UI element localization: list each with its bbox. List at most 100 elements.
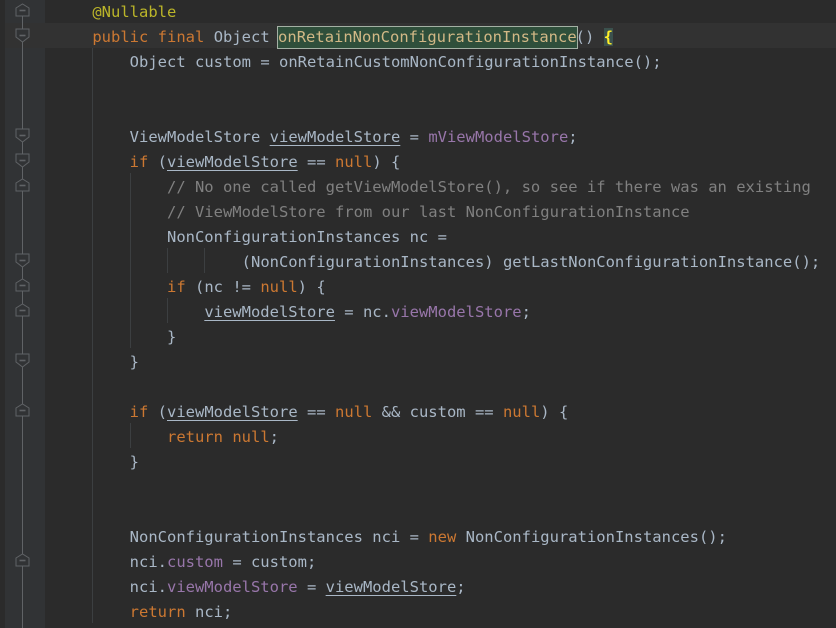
code-line[interactable] [45,75,836,100]
token-ident: nci. [129,553,167,571]
code-line[interactable]: } [45,350,836,375]
token-type: NonConfigurationInstances [166,228,401,246]
token-punc: (nc [185,278,233,296]
token-punc: ( [148,403,167,421]
code-line-text: (NonConfigurationInstances) getLastNonCo… [45,253,821,271]
token-kw: public [92,28,149,46]
brace-highlight-open: { [603,28,614,46]
token-ident: nci. [129,578,167,596]
token-type: NonConfigurationInstances [250,253,485,271]
selected-identifier[interactable]: onRetainNonConfigurationInstance [277,26,578,49]
token-punc: nci; [185,603,233,621]
fold-marker-inner-if-start[interactable] [15,253,30,268]
token-type: NonConfigurationInstances [465,528,699,546]
token-kw: return [129,603,186,621]
token-field: custom [166,553,223,571]
token-punc: (); [698,528,727,546]
code-line[interactable]: return null; [45,425,836,450]
code-line-text: NonConfigurationInstances nc = [45,228,447,246]
code-line[interactable]: (NonConfigurationInstances) getLastNonCo… [45,250,836,275]
code-line-text: public final Object onRetainNonConfigura… [45,26,614,49]
code-line[interactable]: // ViewModelStore from our last NonConfi… [45,200,836,225]
code-editor[interactable]: @Nullable public final Object onRetainNo… [0,0,836,628]
fold-marker-method-start[interactable] [15,28,30,43]
token-punc: ) { [372,153,401,171]
editor-gutter[interactable] [0,0,45,628]
token-punc [55,253,242,271]
token-punc: ) { [540,403,569,421]
token-ident: custom [185,53,261,71]
token-punc [55,353,130,371]
fold-marker-guard-if-end[interactable] [15,403,30,418]
code-line[interactable]: Object custom = onRetainCustomNonConfigu… [45,50,836,75]
token-punc: = nc. [334,303,391,321]
fold-marker-comment-end[interactable] [15,178,30,193]
code-line[interactable]: if (nc != null) { [45,275,836,300]
code-line[interactable]: } [45,325,836,350]
token-punc [55,128,130,146]
token-field: viewModelStore [166,578,298,596]
token-kw: if [166,278,186,296]
token-punc [55,428,167,446]
code-line[interactable]: return nci; [45,600,836,625]
annotation-nullable: @Nullable [92,3,177,21]
code-line-text: } [45,328,176,346]
code-line-text: nci.custom = custom; [45,553,317,571]
code-line[interactable]: // No one called getViewModelStore(), so… [45,175,836,200]
token-punc: = custom; [222,553,317,571]
fold-marker-comment-start[interactable] [15,153,30,168]
token-kw: if [129,153,149,171]
token-type: ViewModelStore [129,128,261,146]
code-line[interactable] [45,500,836,525]
code-content-area[interactable]: @Nullable public final Object onRetainNo… [45,0,836,628]
code-line[interactable]: } [45,450,836,475]
code-line[interactable]: public final Object onRetainNonConfigura… [45,25,836,50]
token-punc [55,403,130,421]
token-punc: = [437,228,447,246]
code-line[interactable]: viewModelStore = nc.viewModelStore; [45,300,836,325]
token-punc [148,28,157,46]
fold-marker-guard-if-start[interactable] [15,353,30,368]
code-line[interactable]: NonConfigurationInstances nc = [45,225,836,250]
fold-marker-collapse-end[interactable] [15,3,30,18]
code-line-text: // ViewModelStore from our last NonConfi… [45,203,690,221]
fold-marker-inner-if-body[interactable] [15,278,30,293]
code-line[interactable]: nci.viewModelStore = viewModelStore; [45,575,836,600]
fold-marker-if-start[interactable] [15,128,30,143]
token-punc: != [232,278,261,296]
comment-line: // ViewModelStore from our last NonConfi… [166,203,690,221]
code-line[interactable] [45,100,836,125]
token-kw: final [157,28,205,46]
code-line[interactable]: if (viewModelStore == null && custom == … [45,400,836,425]
token-punc: } [166,328,177,346]
token-method: getLastNonConfigurationInstance [502,253,793,271]
fold-marker-method-end[interactable] [15,553,30,568]
token-punc [55,203,167,221]
token-punc [55,328,167,346]
code-line[interactable]: NonConfigurationInstances nci = new NonC… [45,525,836,550]
token-punc [55,303,204,321]
code-line[interactable] [45,375,836,400]
code-line[interactable]: nci.custom = custom; [45,550,836,575]
code-line-container[interactable]: @Nullable public final Object onRetainNo… [45,0,836,628]
code-line[interactable]: ViewModelStore viewModelStore = mViewMod… [45,125,836,150]
code-line[interactable]: if (viewModelStore == null) { [45,150,836,175]
comment-line: // No one called getViewModelStore(), so… [166,178,811,196]
code-line-text: ViewModelStore viewModelStore = mViewMod… [45,128,578,146]
token-punc [55,3,92,21]
token-punc [55,603,130,621]
token-punc: == [297,153,335,171]
token-punc: ; [456,578,466,596]
token-punc [55,53,130,71]
token-localvar: viewModelStore [167,153,298,171]
code-line-text: NonConfigurationInstances nci = new NonC… [45,528,727,546]
fold-marker-inner-if-end[interactable] [15,303,30,318]
code-line[interactable] [45,475,836,500]
token-punc: (); [792,253,821,271]
code-line[interactable]: @Nullable [45,0,836,25]
gutter-edge-strip [0,0,5,628]
token-punc: = [297,578,326,596]
